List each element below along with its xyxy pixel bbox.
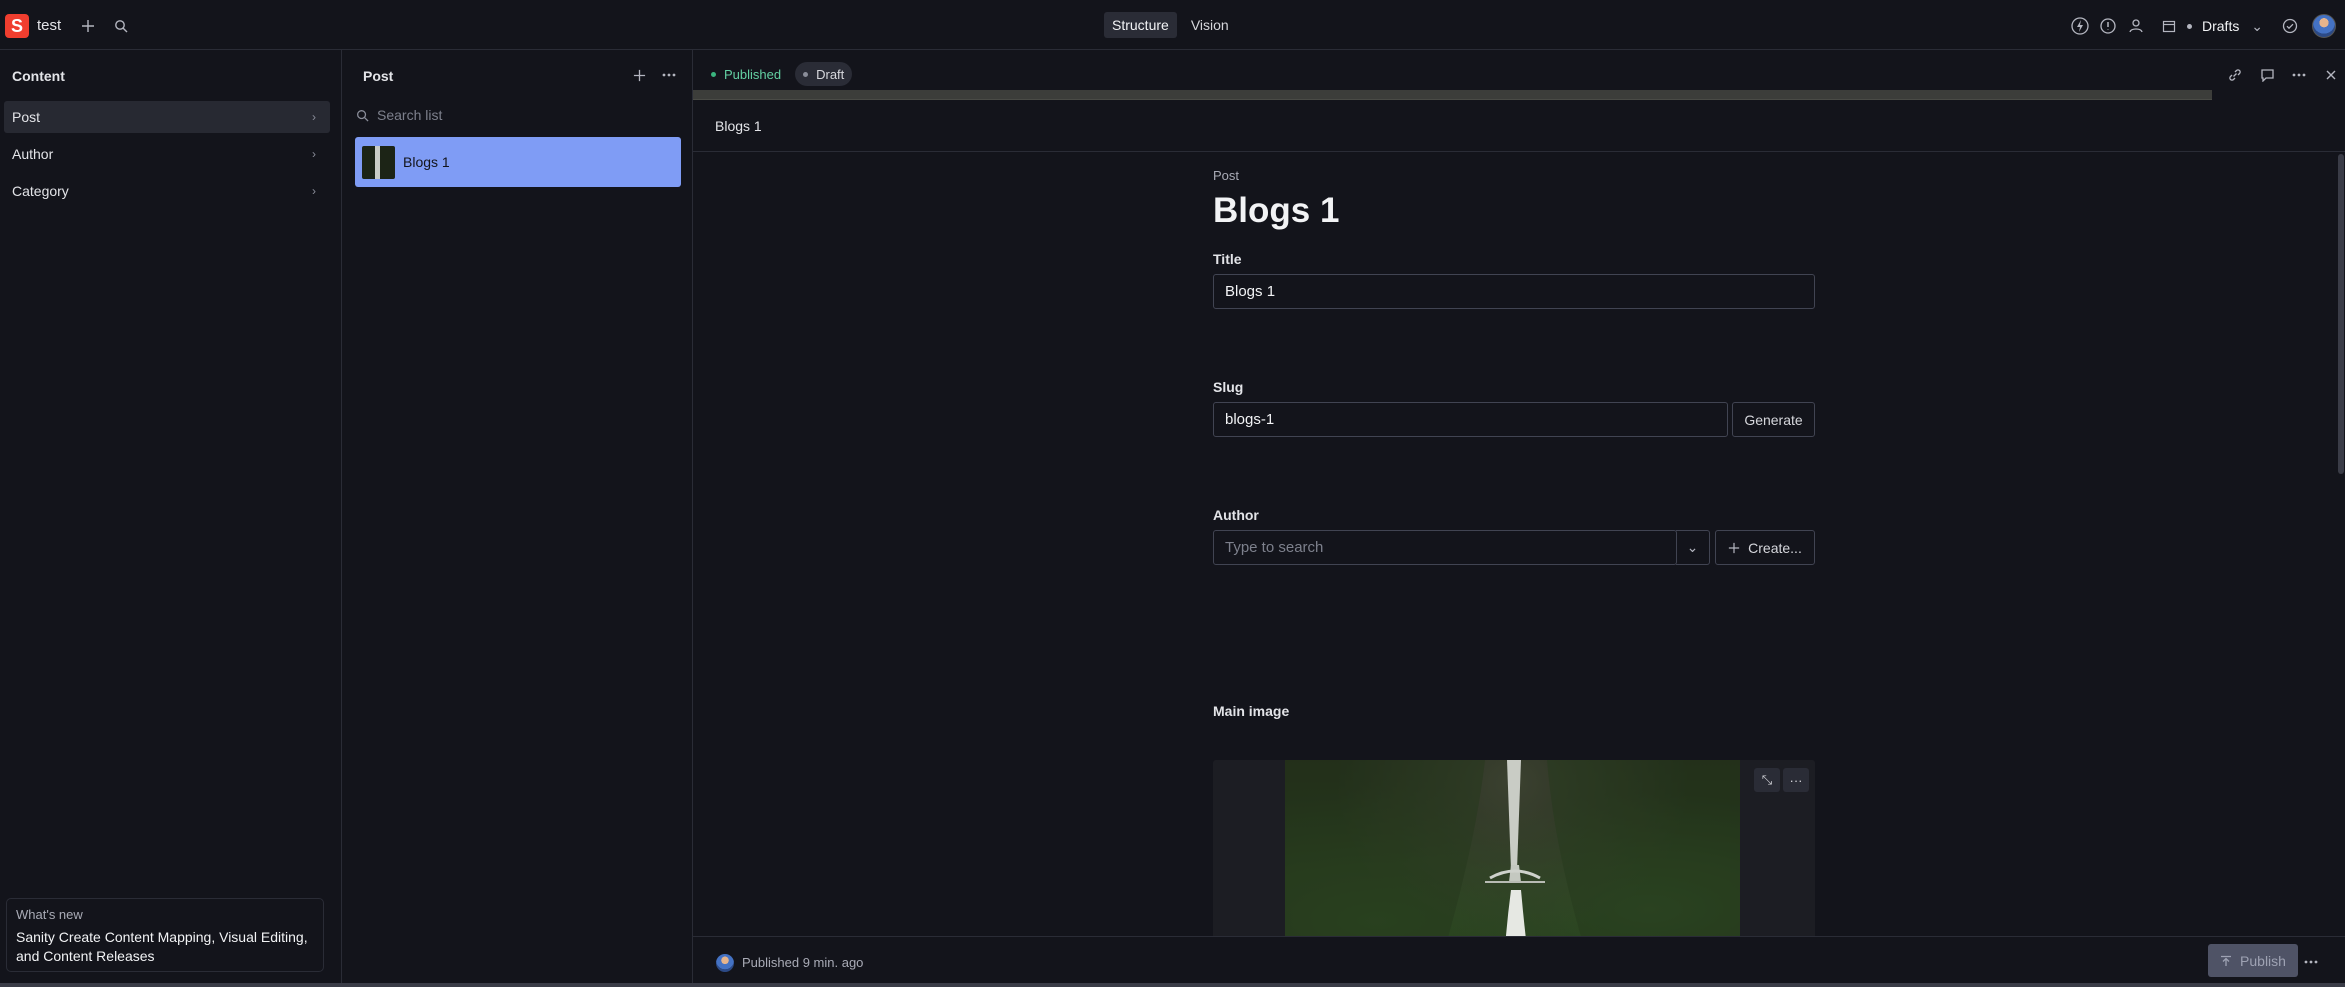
more-icon[interactable] xyxy=(2304,951,2318,969)
draft-status-chip[interactable]: Draft xyxy=(795,62,853,86)
sidebar-item-category[interactable]: Category › xyxy=(4,175,330,207)
list-item[interactable]: Blogs 1 xyxy=(355,137,681,187)
search-icon[interactable] xyxy=(109,14,133,38)
published-label: Published xyxy=(724,66,782,82)
document-header-title: Blogs 1 xyxy=(693,100,2345,152)
published-status-chip[interactable]: Published xyxy=(703,62,789,86)
publisher-avatar xyxy=(716,954,734,972)
document-label: Blogs 1 xyxy=(403,154,450,170)
link-icon[interactable] xyxy=(2221,62,2249,88)
comment-icon[interactable] xyxy=(2253,62,2281,88)
scrollbar[interactable] xyxy=(2338,154,2344,474)
sidebar-item-label: Post xyxy=(12,109,41,125)
search-list-input[interactable] xyxy=(377,107,657,123)
loading-strip xyxy=(693,90,2212,100)
sidebar-item-label: Author xyxy=(12,146,54,162)
workspace-name[interactable]: test xyxy=(37,17,61,34)
title-input[interactable]: Blogs 1 xyxy=(1213,274,1815,309)
create-author-button[interactable]: Create... xyxy=(1715,530,1815,565)
chevron-right-icon: › xyxy=(312,184,316,198)
publish-icon xyxy=(2221,955,2232,966)
window-bottom-edge xyxy=(0,983,2345,987)
main-image-field-label: Main image xyxy=(1213,703,1290,719)
title-field-label: Title xyxy=(1213,251,1242,267)
author-search-input[interactable]: Type to search xyxy=(1213,530,1677,565)
whats-new-heading: What's new xyxy=(16,907,83,922)
more-icon[interactable]: ··· xyxy=(1783,768,1809,792)
tool-vision[interactable]: Vision xyxy=(1183,12,1237,38)
studio-app: S test Structure Vision Drafts ⌄ Content… xyxy=(0,0,2345,987)
document-status: Published Draft xyxy=(703,62,853,86)
published-dot xyxy=(711,71,716,77)
publish-button[interactable]: Publish xyxy=(2208,944,2298,977)
document-type-label: Post xyxy=(1213,168,1240,183)
document-editor: Published Draft Blogs 1 Post Blogs 1 Tit… xyxy=(693,50,2345,987)
lightning-icon[interactable] xyxy=(2068,14,2092,38)
sidebar-title: Content xyxy=(12,68,65,84)
draft-dot xyxy=(803,71,809,77)
release-label: Drafts xyxy=(2202,18,2240,34)
publish-label: Publish xyxy=(2240,952,2286,969)
top-navbar: S test Structure Vision Drafts ⌄ xyxy=(0,0,2345,50)
tool-switcher: Structure Vision xyxy=(1104,12,1237,40)
document-form: Post Blogs 1 Title Blogs 1 Slug blogs-1 … xyxy=(1213,168,1815,982)
more-icon[interactable] xyxy=(657,63,681,87)
release-dot xyxy=(2187,23,2192,29)
search-icon xyxy=(357,109,369,122)
crop-icon[interactable]: ⤡ xyxy=(1754,768,1780,792)
post-list-pane: Post Blogs 1 xyxy=(342,50,693,987)
editor-actions xyxy=(2221,62,2345,88)
close-icon[interactable] xyxy=(2317,62,2345,88)
studio-logo[interactable]: S xyxy=(5,14,29,38)
document-title-heading: Blogs 1 xyxy=(1213,191,1340,230)
chevron-right-icon: › xyxy=(312,110,316,124)
whats-new-card[interactable]: What's new Sanity Create Content Mapping… xyxy=(6,898,324,972)
tasks-icon[interactable] xyxy=(2278,14,2302,38)
more-icon[interactable] xyxy=(2285,62,2313,88)
presence-icon[interactable] xyxy=(2124,14,2148,38)
calendar-icon xyxy=(2162,20,2176,33)
list-title: Post xyxy=(363,68,394,84)
chevron-down-icon: ⌄ xyxy=(2251,17,2263,34)
sidebar-item-post[interactable]: Post › xyxy=(4,101,330,133)
document-thumbnail xyxy=(362,145,395,179)
release-selector[interactable]: Drafts ⌄ xyxy=(2150,13,2271,39)
list-search xyxy=(356,104,657,126)
user-avatar[interactable] xyxy=(2312,14,2336,38)
whats-new-body: Sanity Create Content Mapping, Visual Ed… xyxy=(16,929,308,964)
slug-input[interactable]: blogs-1 xyxy=(1213,402,1728,437)
chevron-right-icon: › xyxy=(312,147,316,161)
sidebar-item-label: Category xyxy=(12,183,69,199)
add-document-icon[interactable] xyxy=(627,63,651,87)
add-icon[interactable] xyxy=(76,14,100,38)
content-sidebar: Content Post › Author › Category › What'… xyxy=(0,50,342,987)
sidebar-item-author[interactable]: Author › xyxy=(4,138,330,170)
add-icon xyxy=(1728,542,1740,553)
help-icon[interactable] xyxy=(2096,14,2120,38)
author-field-label: Author xyxy=(1213,507,1259,523)
document-footer: Published 9 min. ago Publish xyxy=(693,936,2345,987)
slug-field-label: Slug xyxy=(1213,379,1244,395)
create-author-label: Create... xyxy=(1748,539,1802,556)
chevron-down-icon: ⌄ xyxy=(1686,539,1699,555)
publish-status-text: Published 9 min. ago xyxy=(742,955,864,970)
author-dropdown-button[interactable]: ⌄ xyxy=(1676,530,1710,565)
generate-slug-button[interactable]: Generate xyxy=(1732,402,1815,437)
draft-label: Draft xyxy=(816,66,845,82)
tool-structure[interactable]: Structure xyxy=(1104,12,1177,38)
